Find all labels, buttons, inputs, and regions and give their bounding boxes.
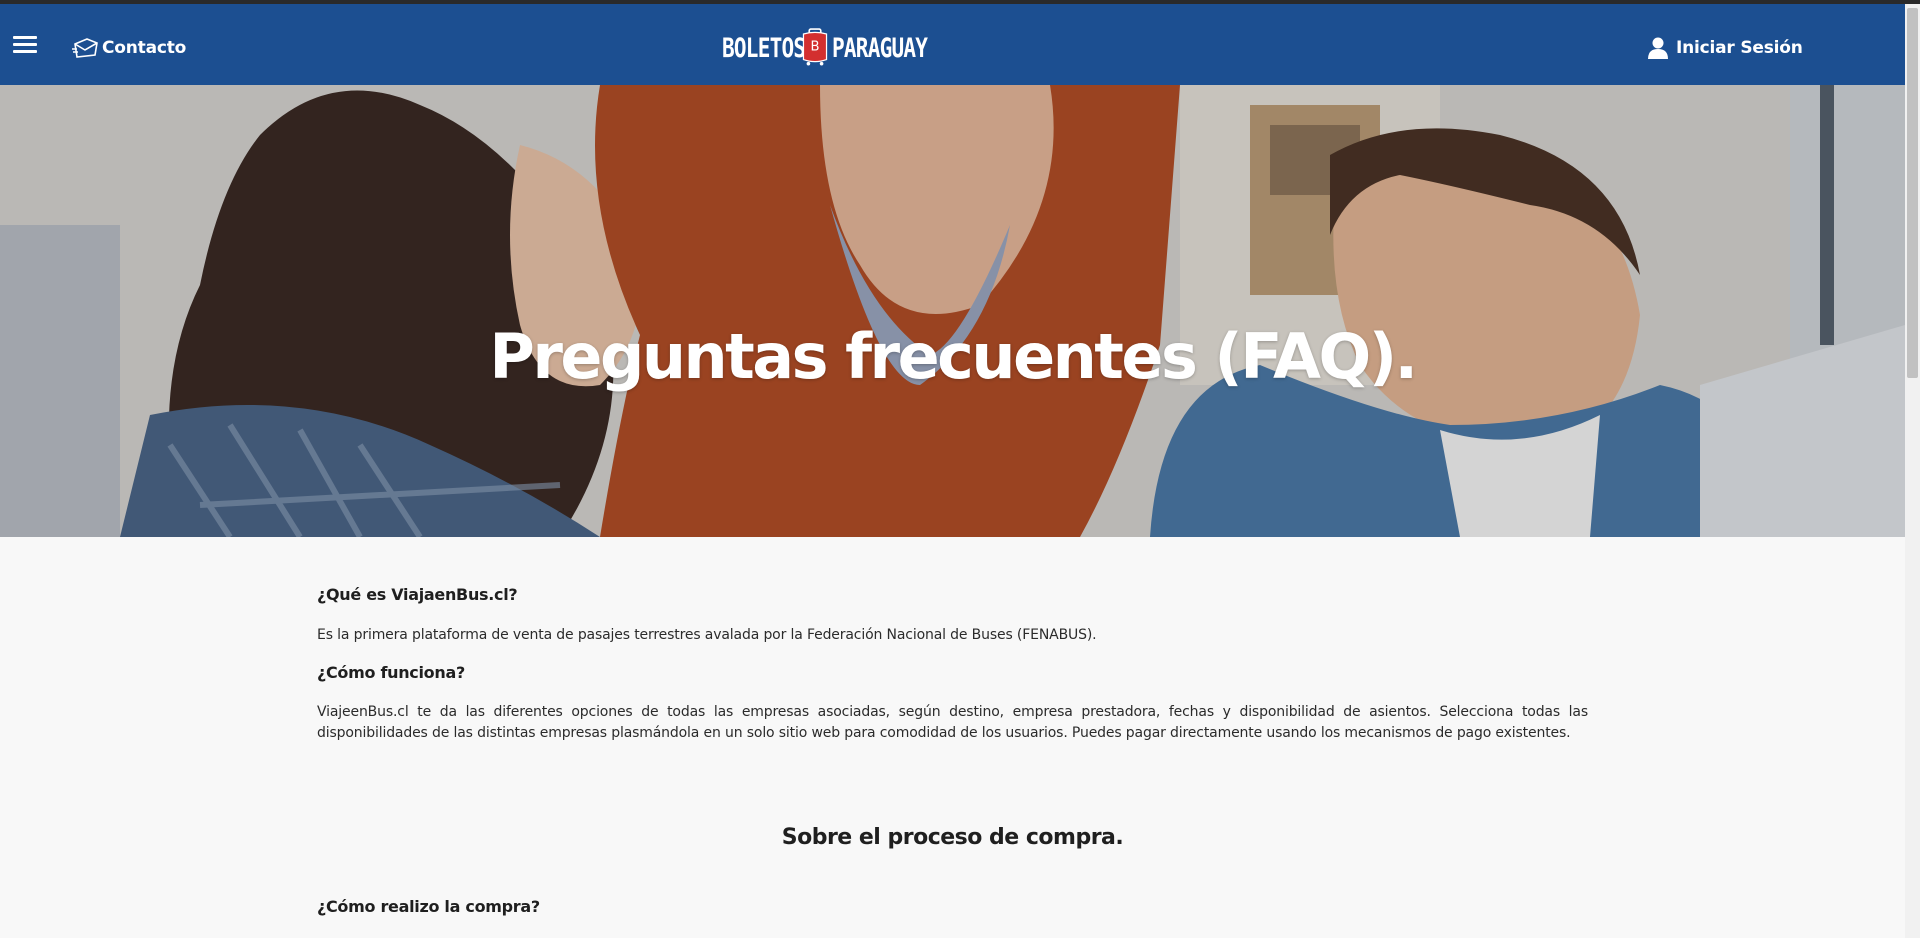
contact-label: Contacto: [102, 38, 187, 58]
user-icon: [1648, 37, 1668, 59]
suitcase-logo-icon: B: [802, 28, 828, 66]
hero-photo: [0, 85, 1905, 537]
section-title: Sobre el proceso de compra.: [781, 825, 1124, 850]
faq-question: ¿Cómo funciona?: [317, 663, 465, 682]
boletos-paraguay-logo[interactable]: Boletos B Paraguay: [722, 20, 952, 76]
logo-word-boletos: Boletos: [722, 32, 806, 64]
hero-banner: Preguntas frecuentes (FAQ).: [0, 85, 1905, 537]
site-header: Contacto Boletos B Paraguay Iniciar Sesi…: [0, 4, 1905, 85]
logo-badge-letter: B: [810, 39, 819, 54]
faq-answer: ViajeenBus.cl te da las diferentes opcio…: [317, 704, 1588, 741]
logo-word-paraguay: Paraguay: [832, 32, 928, 64]
contact-link[interactable]: Contacto: [71, 34, 186, 62]
hamburger-menu-icon[interactable]: [13, 36, 37, 54]
scrollbar-thumb[interactable]: [1907, 8, 1918, 378]
login-label: Iniciar Sesión: [1676, 38, 1803, 58]
login-button[interactable]: Iniciar Sesión: [1648, 33, 1803, 63]
faq-question: ¿Qué es ViajaenBus.cl?: [317, 585, 518, 604]
faq-question: ¿Cómo realizo la compra?: [317, 897, 540, 916]
faq-answer: Es la primera plataforma de venta de pas…: [317, 627, 1097, 643]
envelope-icon: [72, 38, 98, 58]
page-title: Preguntas frecuentes (FAQ).: [489, 319, 1418, 393]
